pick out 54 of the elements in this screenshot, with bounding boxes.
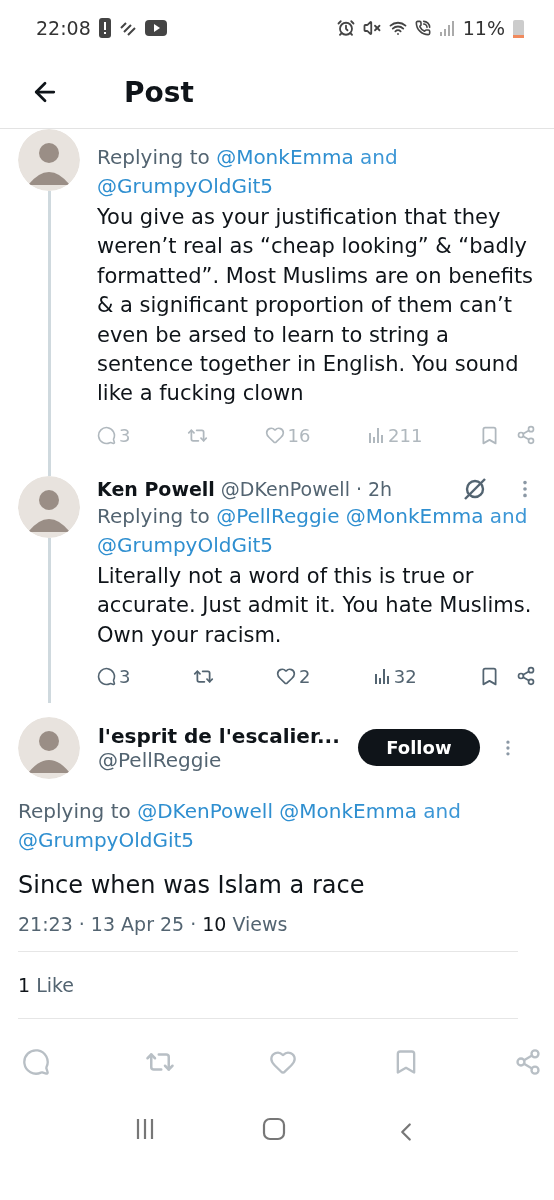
avatar[interactable]: [18, 475, 80, 538]
like-button[interactable]: 16: [264, 424, 311, 446]
mute-icon: [362, 19, 381, 37]
post-text: Since when was Islam a race: [18, 869, 366, 901]
like-icon: [264, 425, 285, 446]
author-handle[interactable]: @DKenPowell: [220, 477, 350, 500]
author-name[interactable]: Ken Powell: [97, 477, 215, 500]
reply-icon: [97, 425, 116, 445]
author-name[interactable]: l'esprit de l'escalier...: [98, 723, 340, 748]
author-handle[interactable]: @PellReggie: [98, 747, 340, 772]
reply-text: You give as your justification that they weren’t real as “cheap looking” & “badly formatted”. Most Muslims are on benefits & a significant proportion of them can’t even be arsed to learn to string a sentence together in English. You sound like a fucking clown: [97, 204, 535, 408]
mention-link[interactable]: @DKenPowell: [137, 798, 273, 823]
replying-to-text: Replying to @MonkEmma and @GrumpyOldGit5: [97, 144, 399, 200]
avatar[interactable]: [18, 129, 80, 191]
views-button[interactable]: 211: [367, 424, 423, 446]
bar-chart-icon: [372, 667, 391, 686]
mention-link[interactable]: @MonkEmma: [345, 503, 484, 528]
reply-button[interactable]: 3: [97, 424, 131, 446]
like-icon: [276, 666, 297, 687]
follow-button[interactable]: Follow: [357, 729, 481, 767]
replying-to-text: Replying to @PellReggie @MonkEmma and @GrumpyOldGit5: [97, 502, 529, 559]
wifi-call-icon: [414, 20, 431, 36]
avatar[interactable]: [18, 716, 80, 779]
page-title: Post: [124, 75, 194, 109]
mention-link[interactable]: @GrumpyOldGit5: [18, 827, 195, 852]
wifi-icon: [388, 19, 407, 37]
likes-count[interactable]: 1 Like: [18, 973, 75, 996]
like-button[interactable]: 2: [276, 665, 311, 687]
signal-icon: [438, 20, 455, 36]
post-time: · 2h: [355, 477, 393, 500]
signal-lines-icon: [118, 20, 137, 36]
home-icon[interactable]: [262, 1116, 286, 1141]
reply-text: Literally not a word of this is true or accurate. Just admit it. You hate Muslims. Own your racism.: [97, 562, 533, 649]
mention-link[interactable]: @MonkEmma: [216, 145, 354, 169]
mention-link[interactable]: @GrumpyOldGit5: [97, 174, 274, 198]
reply-icon[interactable]: [22, 1047, 50, 1076]
alarm-icon: [336, 19, 355, 37]
battery-percent: 11%: [462, 17, 505, 39]
reply-icon: [97, 666, 116, 686]
battery-icon: [513, 18, 524, 38]
mention-link[interactable]: @PellReggie: [216, 503, 340, 528]
post-timestamp: 21:23 · 13 Apr 25 ·: [18, 912, 197, 935]
mention-link[interactable]: @MonkEmma: [279, 798, 417, 823]
mention-link[interactable]: @GrumpyOldGit5: [97, 532, 274, 557]
status-time: 22:08: [36, 17, 91, 39]
slashed-circle-icon[interactable]: [462, 475, 488, 502]
share-icon[interactable]: [516, 666, 536, 687]
video-play-icon: [144, 20, 167, 36]
views-count: 10 Views: [202, 912, 288, 935]
replying-to-text: Replying to @DKenPowell @MonkEmma and @GrumpyOldGit5: [18, 797, 462, 854]
bar-chart-icon: [367, 426, 386, 445]
views-button[interactable]: 32: [372, 665, 417, 687]
battery-alert-icon: [98, 18, 111, 38]
reply-button[interactable]: 3: [97, 665, 131, 687]
